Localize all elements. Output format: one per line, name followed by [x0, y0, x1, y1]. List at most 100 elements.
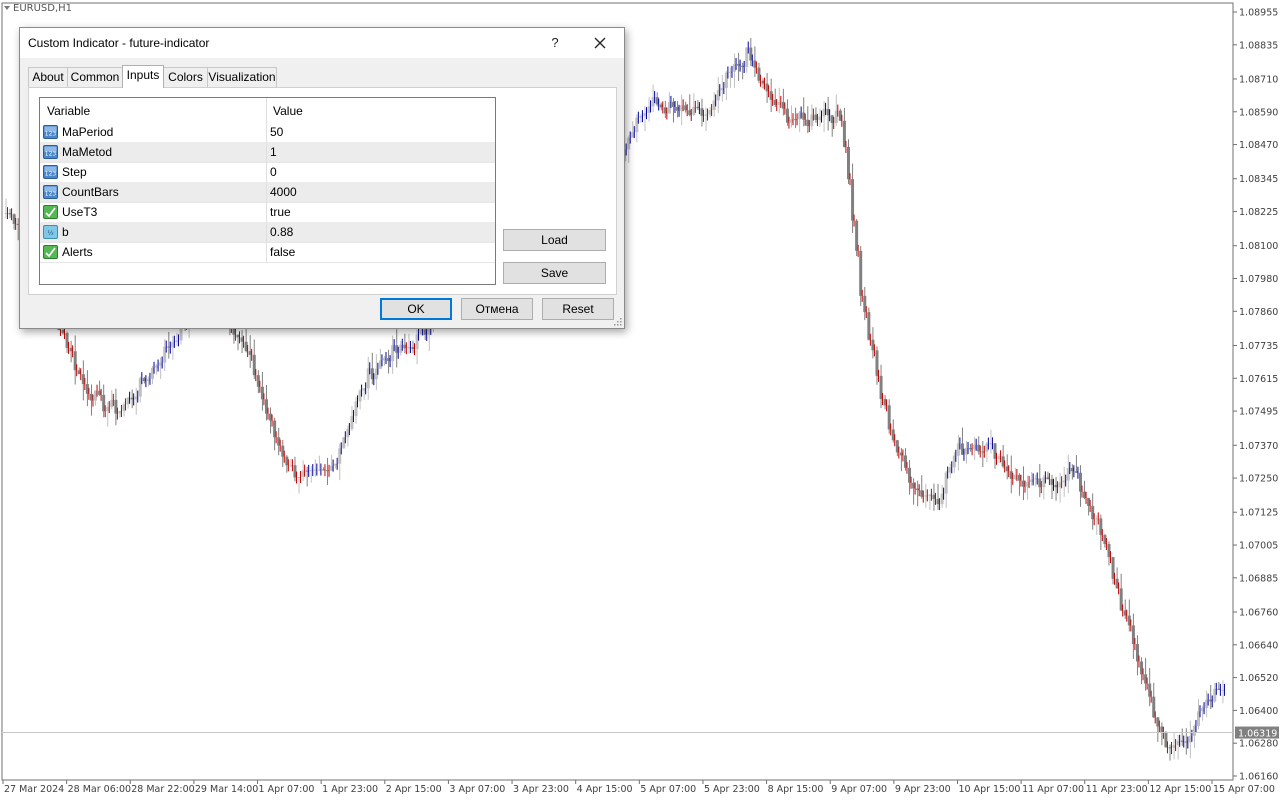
reset-button[interactable]: Reset	[542, 298, 614, 320]
time-label: 5 Apr 07:00	[640, 784, 696, 795]
load-button[interactable]: Load	[503, 229, 606, 251]
param-value[interactable]: 0	[270, 165, 277, 179]
time-label: 1 Apr 23:00	[322, 784, 378, 795]
tab-colors[interactable]: Colors	[163, 67, 208, 87]
time-label: 9 Apr 07:00	[831, 784, 887, 795]
param-value[interactable]: 0.88	[270, 225, 293, 239]
ok-button[interactable]: OK	[380, 298, 452, 320]
time-label: 4 Apr 15:00	[577, 784, 633, 795]
price-label: 1.07860	[1239, 307, 1278, 318]
param-name: Step	[62, 165, 87, 179]
price-label: 1.08470	[1239, 140, 1278, 151]
tab-visualization[interactable]: Visualization	[207, 67, 277, 87]
price-label: 1.08590	[1239, 107, 1278, 118]
price-label: 1.06885	[1239, 573, 1278, 584]
price-label: 1.06520	[1239, 673, 1278, 684]
price-label: 1.07980	[1239, 274, 1278, 285]
dialog-title: Custom Indicator - future-indicator	[28, 36, 210, 50]
tab-common[interactable]: Common	[67, 67, 123, 87]
help-button[interactable]: ?	[545, 33, 565, 53]
parameters-table: Variable Value 123 MaPeriod 50 123 MaMetod 1 1…	[39, 97, 496, 285]
dialog-titlebar[interactable]: Custom Indicator - future-indicator ?	[20, 28, 624, 58]
table-row[interactable]: 123 MaPeriod 50	[40, 122, 495, 143]
param-name: Alerts	[62, 245, 93, 259]
svg-text:123: 123	[45, 191, 57, 198]
bool-icon	[43, 205, 58, 219]
param-name: b	[62, 225, 69, 239]
price-label: 1.06400	[1239, 706, 1278, 717]
price-label: 1.06640	[1239, 640, 1278, 651]
table-row[interactable]: 123 Step 0	[40, 162, 495, 183]
close-button[interactable]	[589, 33, 611, 53]
inputs-panel: Variable Value 123 MaPeriod 50 123 MaMetod 1 1…	[28, 87, 617, 295]
param-value[interactable]: 1	[270, 145, 277, 159]
param-name: MaMetod	[62, 145, 113, 159]
tab-about[interactable]: About	[28, 67, 68, 87]
time-label: 29 Mar 14:00	[195, 784, 258, 795]
svg-text:123: 123	[45, 171, 57, 178]
symbol-text: EURUSD,H1	[13, 3, 73, 14]
table-row[interactable]: Alerts false	[40, 242, 495, 263]
price-label: 1.07495	[1239, 407, 1278, 418]
int-icon: 123	[43, 165, 58, 179]
table-row[interactable]: 123 CountBars 4000	[40, 182, 495, 203]
column-header-variable[interactable]: Variable	[47, 104, 90, 118]
time-label: 2 Apr 15:00	[386, 784, 442, 795]
time-label: 27 Mar 2024	[4, 784, 64, 795]
bool-icon	[43, 245, 58, 259]
time-label: 5 Apr 23:00	[704, 784, 760, 795]
price-label: 1.06160	[1239, 772, 1278, 783]
table-row[interactable]: ½ b 0.88	[40, 222, 495, 243]
int-icon: 123	[43, 125, 58, 139]
cancel-button[interactable]: Отмена	[461, 298, 533, 320]
close-icon	[594, 37, 606, 49]
time-label: 1 Apr 07:00	[259, 784, 315, 795]
int-icon: 123	[43, 185, 58, 199]
time-label: 28 Mar 22:00	[131, 784, 194, 795]
resize-grip-icon[interactable]	[614, 318, 622, 326]
dropdown-arrow-icon[interactable]	[4, 6, 10, 10]
param-name: MaPeriod	[62, 125, 114, 139]
time-label: 9 Apr 23:00	[895, 784, 951, 795]
table-row[interactable]: 123 MaMetod 1	[40, 142, 495, 163]
price-label: 1.06280	[1239, 739, 1278, 750]
price-label: 1.08835	[1239, 40, 1278, 51]
time-label: 8 Apr 15:00	[768, 784, 824, 795]
svg-text:123: 123	[45, 151, 57, 158]
chart-symbol-label: EURUSD,H1	[4, 3, 72, 14]
time-label: 28 Mar 06:00	[68, 784, 131, 795]
svg-text:123: 123	[45, 131, 57, 138]
price-label: 1.07735	[1239, 341, 1278, 352]
table-header: Variable Value	[40, 98, 495, 122]
price-label: 1.07250	[1239, 474, 1278, 485]
price-label: 1.06760	[1239, 607, 1278, 618]
time-label: 3 Apr 23:00	[513, 784, 569, 795]
time-label: 11 Apr 07:00	[1022, 784, 1084, 795]
custom-indicator-dialog: Custom Indicator - future-indicator ? Ab…	[19, 27, 625, 329]
double-icon: ½	[43, 225, 58, 239]
param-name: CountBars	[62, 185, 119, 199]
param-value[interactable]: 4000	[270, 185, 297, 199]
price-label: 1.07125	[1239, 508, 1278, 519]
price-label: 1.08955	[1239, 8, 1278, 19]
price-label: 1.08100	[1239, 241, 1278, 252]
save-button[interactable]: Save	[503, 262, 606, 284]
price-label: 1.08345	[1239, 174, 1278, 185]
price-label: 1.07005	[1239, 541, 1278, 552]
time-label: 11 Apr 23:00	[1086, 784, 1148, 795]
column-header-value[interactable]: Value	[273, 104, 303, 118]
table-row[interactable]: UseT3 true	[40, 202, 495, 223]
tab-inputs[interactable]: Inputs	[122, 65, 164, 88]
price-label: 1.08225	[1239, 207, 1278, 218]
time-label: 3 Apr 07:00	[449, 784, 505, 795]
param-value[interactable]: false	[270, 245, 295, 259]
time-label: 12 Apr 15:00	[1149, 784, 1211, 795]
candle-body	[851, 179, 855, 221]
param-value[interactable]: 50	[270, 125, 283, 139]
candle-body	[859, 250, 863, 296]
price-label: 1.07370	[1239, 441, 1278, 452]
int-icon: 123	[43, 145, 58, 159]
price-label: 1.08710	[1239, 74, 1278, 85]
param-value[interactable]: true	[270, 205, 291, 219]
time-label: 15 Apr 07:00	[1213, 784, 1275, 795]
